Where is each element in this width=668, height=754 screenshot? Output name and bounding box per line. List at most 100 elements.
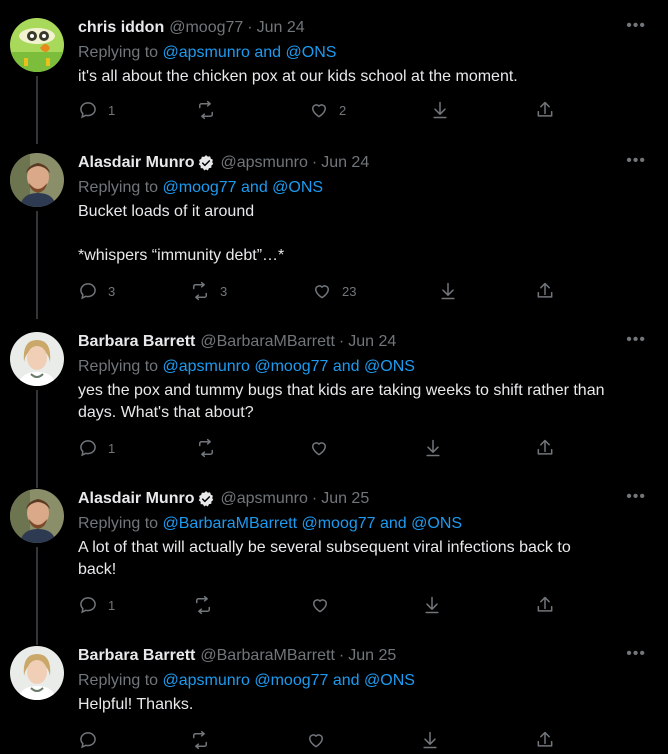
like-button[interactable] [309,438,329,458]
thread-connector [36,547,38,645]
mention-link[interactable]: @ONS [411,515,462,532]
bookmark-button[interactable] [430,100,450,120]
reply-icon [80,283,96,300]
avatar[interactable] [10,153,64,207]
mention-link[interactable]: @apsmunro [163,358,250,375]
tweet-header: Barbara Barrett @BarbaraMBarrett · Jun 2… [78,332,397,352]
like-count: 2 [339,102,347,118]
user-handle[interactable]: @moog77 [169,18,243,38]
more-options-icon[interactable]: ••• [626,646,646,662]
reply-button[interactable] [78,730,98,750]
share-icon [537,282,553,298]
reply-button[interactable]: 1 [78,100,115,120]
verified-badge-icon [199,491,214,507]
mention-link[interactable]: @ONS [364,358,415,375]
retweet-button[interactable] [196,438,216,458]
user-handle[interactable]: @BarbaraMBarrett [200,332,335,352]
mention-link[interactable]: @ONS [364,672,415,689]
tweet-date[interactable]: Jun 25 [321,489,369,509]
retweet-button[interactable]: 3 [190,281,227,301]
man-avatar-icon [10,153,64,207]
like-button[interactable]: 23 [312,281,356,301]
display-name[interactable]: Alasdair Munro [78,153,194,173]
mention-link[interactable]: @ONS [286,44,337,61]
tweet[interactable]: chris iddon @moog77 · Jun 24 ••• Replyin… [0,18,668,144]
mention-link[interactable]: @BarbaraMBarrett [163,515,298,532]
more-options-icon[interactable]: ••• [626,153,646,169]
share-button[interactable] [535,730,555,750]
retweet-icon [199,438,213,458]
tweet-date[interactable]: Jun 24 [348,332,396,352]
user-handle[interactable]: @apsmunro [220,489,307,509]
display-name[interactable]: chris iddon [78,18,164,38]
mention-link[interactable]: @moog77 [254,672,328,689]
more-options-icon[interactable]: ••• [626,332,646,348]
replying-to: Replying to @moog77 and @ONS [78,179,324,196]
reply-count: 3 [108,283,116,299]
download-arrow-icon [441,282,455,300]
reply-button[interactable]: 3 [78,281,115,301]
mention-link[interactable]: @moog77 [301,515,375,532]
bookmark-button[interactable] [420,730,440,750]
replying-to: Replying to @apsmunro @moog77 and @ONS [78,358,415,375]
tweet-text: A lot of that will actually be several s… [78,539,571,578]
tweet[interactable]: Alasdair Munro @apsmunro · Jun 24 ••• Re… [0,153,668,319]
reply-count: 1 [108,102,116,118]
more-options-icon[interactable]: ••• [626,489,646,505]
display-name[interactable]: Alasdair Munro [78,489,194,509]
user-handle[interactable]: @BarbaraMBarrett [200,646,335,666]
share-button[interactable] [535,438,555,458]
thread-connector [36,76,38,144]
replying-to: Replying to @apsmunro and @ONS [78,44,337,61]
tweet[interactable]: Barbara Barrett @BarbaraMBarrett · Jun 2… [0,332,668,488]
tweet-date[interactable]: Jun 24 [257,18,305,38]
mention-link[interactable]: @moog77 [163,179,237,196]
heart-icon [312,104,326,118]
mention-link[interactable]: @apsmunro [163,672,250,689]
like-count: 23 [342,283,357,299]
reply-icon [80,732,96,749]
display-name[interactable]: Barbara Barrett [78,332,195,352]
retweet-count: 3 [220,283,228,299]
retweet-icon [199,100,213,120]
reply-button[interactable]: 1 [78,438,115,458]
bookmark-button[interactable] [438,281,458,301]
share-button[interactable] [535,595,555,615]
display-name[interactable]: Barbara Barrett [78,646,195,666]
like-button[interactable] [306,730,326,750]
retweet-button[interactable] [193,595,213,615]
bookmark-button[interactable] [423,438,443,458]
tweet-date[interactable]: Jun 25 [348,646,396,666]
share-icon [537,596,553,612]
avatar[interactable] [10,646,64,700]
share-button[interactable] [535,100,555,120]
tweet-header: Alasdair Munro @apsmunro · Jun 24 [78,153,370,173]
avatar[interactable] [10,489,64,543]
like-button[interactable] [310,595,330,615]
reply-count: 1 [108,597,116,613]
tweet-date[interactable]: Jun 24 [321,153,369,173]
download-arrow-icon [425,596,439,614]
thread-connector [36,211,38,319]
bookmark-button[interactable] [422,595,442,615]
more-options-icon[interactable]: ••• [626,18,646,34]
retweet-button[interactable] [196,100,226,120]
replying-to: Replying to @apsmunro @moog77 and @ONS [78,672,415,689]
share-icon [537,101,553,117]
user-handle[interactable]: @apsmunro [220,153,307,173]
tweet[interactable]: Barbara Barrett @BarbaraMBarrett · Jun 2… [0,646,668,750]
share-button[interactable] [535,281,555,301]
avatar[interactable] [10,18,64,72]
avatar[interactable] [10,332,64,386]
mention-link[interactable]: @ONS [272,179,323,196]
mention-link[interactable]: @moog77 [254,358,328,375]
reply-button[interactable]: 1 [78,595,115,615]
replying-to: Replying to @BarbaraMBarrett @moog77 and… [78,515,463,532]
like-button[interactable]: 2 [309,100,346,120]
retweet-button[interactable] [190,730,210,750]
tweet[interactable]: Alasdair Munro @apsmunro · Jun 25 ••• Re… [0,489,668,645]
mention-link[interactable]: @apsmunro [163,44,250,61]
tweet-header: Barbara Barrett @BarbaraMBarrett · Jun 2… [78,646,397,666]
tweet-text: Helpful! Thanks. [78,696,194,713]
retweet-icon [196,595,210,615]
